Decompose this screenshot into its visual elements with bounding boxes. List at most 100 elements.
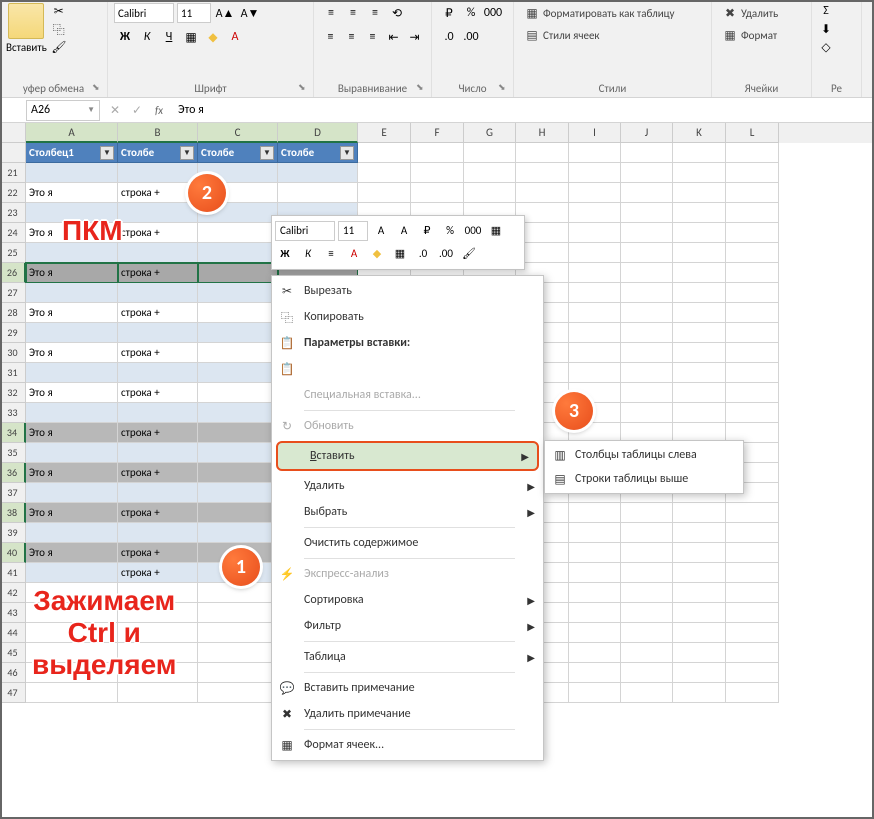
table-header[interactable]: Столбе▼	[198, 143, 278, 163]
cell[interactable]	[198, 223, 278, 243]
cell[interactable]	[26, 523, 118, 543]
cell[interactable]	[26, 163, 118, 183]
submenu-rows-above[interactable]: ▤Строки таблицы выше	[545, 467, 743, 491]
cell[interactable]	[569, 283, 621, 303]
col-header-E[interactable]: E	[358, 123, 411, 143]
mini-shrink-font-icon[interactable]: A	[394, 221, 414, 241]
fill-color-button[interactable]: ◆	[202, 27, 224, 47]
cell[interactable]: Это я	[26, 263, 118, 283]
mini-comma-icon[interactable]: 000	[463, 221, 483, 241]
font-color-button[interactable]: A	[224, 27, 246, 47]
cell[interactable]	[118, 163, 198, 183]
cell[interactable]	[673, 563, 726, 583]
cell[interactable]	[673, 543, 726, 563]
cell[interactable]	[673, 343, 726, 363]
cell[interactable]	[726, 543, 779, 563]
row-header[interactable]: 34	[0, 423, 26, 443]
align-right-icon[interactable]: ≡	[362, 27, 383, 47]
copy-icon[interactable]: ⿻	[51, 21, 67, 37]
clear-icon[interactable]: ◇	[818, 39, 834, 55]
cell[interactable]	[673, 603, 726, 623]
cell[interactable]: строка +	[118, 263, 198, 283]
cell[interactable]	[621, 623, 673, 643]
row-header[interactable]: 36	[0, 463, 26, 483]
cell[interactable]	[726, 183, 779, 203]
cell[interactable]	[118, 443, 198, 463]
decrease-font-icon[interactable]: A▼	[239, 3, 261, 23]
cell[interactable]	[726, 283, 779, 303]
col-header-B[interactable]: B	[118, 123, 198, 143]
cell[interactable]	[726, 403, 779, 423]
cell[interactable]	[569, 663, 621, 683]
cell[interactable]	[569, 303, 621, 323]
cell[interactable]	[198, 663, 278, 683]
cell[interactable]	[198, 643, 278, 663]
cell[interactable]	[118, 323, 198, 343]
cell[interactable]	[673, 663, 726, 683]
cell[interactable]	[516, 183, 569, 203]
cell[interactable]	[198, 243, 278, 263]
cell[interactable]	[198, 483, 278, 503]
cell[interactable]	[673, 583, 726, 603]
mini-styles-icon[interactable]: ▦	[486, 221, 506, 241]
cell[interactable]	[621, 283, 673, 303]
cell[interactable]	[358, 183, 411, 203]
cell[interactable]	[673, 303, 726, 323]
cell[interactable]: строка +	[118, 503, 198, 523]
cell[interactable]	[673, 143, 726, 163]
cell[interactable]	[569, 203, 621, 223]
cell[interactable]	[621, 403, 673, 423]
row-header[interactable]: 28	[0, 303, 26, 323]
cell[interactable]	[621, 563, 673, 583]
cell[interactable]	[26, 563, 118, 583]
ctx-format-cells[interactable]: ▦Формат ячеек...	[272, 732, 543, 758]
cell[interactable]	[198, 583, 278, 603]
cell[interactable]	[673, 383, 726, 403]
cell[interactable]	[621, 143, 673, 163]
cell[interactable]: строка +	[118, 563, 198, 583]
row-header[interactable]: 22	[0, 183, 26, 203]
table-header[interactable]: Столбе▼	[278, 143, 358, 163]
fill-icon[interactable]: ⬇	[818, 21, 834, 37]
mini-italic-icon[interactable]: К	[298, 244, 318, 264]
mini-grow-font-icon[interactable]: A	[371, 221, 391, 241]
border-button[interactable]: ▦	[180, 27, 202, 47]
cell[interactable]	[569, 523, 621, 543]
cell[interactable]	[569, 223, 621, 243]
row-header[interactable]: 29	[0, 323, 26, 343]
cell[interactable]	[621, 603, 673, 623]
inc-decimal-icon[interactable]: .0	[438, 27, 460, 47]
cell[interactable]	[621, 183, 673, 203]
cell[interactable]	[118, 363, 198, 383]
cell[interactable]	[673, 683, 726, 703]
ctx-table[interactable]: Таблица▶	[272, 644, 543, 670]
cell[interactable]	[198, 523, 278, 543]
cell[interactable]	[516, 163, 569, 183]
cell[interactable]	[278, 183, 358, 203]
cell[interactable]	[673, 403, 726, 423]
cell[interactable]	[621, 223, 673, 243]
cell[interactable]	[726, 303, 779, 323]
cell[interactable]	[569, 683, 621, 703]
font-size-input[interactable]	[177, 3, 211, 23]
cell[interactable]: Это я	[26, 463, 118, 483]
font-launcher-icon[interactable]: ⬊	[298, 82, 310, 94]
cell[interactable]	[673, 263, 726, 283]
cell[interactable]	[673, 203, 726, 223]
cut-icon[interactable]: ✂	[51, 3, 67, 19]
ctx-clear[interactable]: Очистить содержимое	[272, 530, 543, 556]
ctx-delete[interactable]: Удалить▶	[272, 473, 543, 499]
cell[interactable]	[673, 183, 726, 203]
cell[interactable]: Это я	[26, 423, 118, 443]
cell[interactable]: строка +	[118, 463, 198, 483]
cell[interactable]	[358, 143, 411, 163]
fx-icon[interactable]: fx	[148, 100, 170, 121]
clipboard-launcher-icon[interactable]: ⬊	[92, 82, 104, 94]
row-header[interactable]: 26	[0, 263, 26, 283]
col-header-H[interactable]: H	[516, 123, 569, 143]
row-header[interactable]: 24	[0, 223, 26, 243]
align-bot-icon[interactable]: ≡	[364, 3, 386, 23]
cell[interactable]	[569, 243, 621, 263]
cell-styles-button[interactable]: ▤Стили ячеек	[520, 25, 705, 45]
cell[interactable]	[569, 503, 621, 523]
